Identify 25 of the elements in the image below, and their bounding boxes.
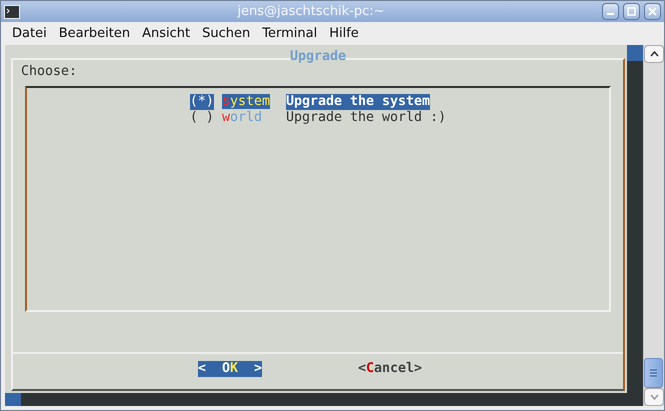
scrollbar[interactable]	[643, 45, 664, 406]
prompt-text: Choose:	[21, 64, 78, 80]
maximize-button[interactable]	[623, 3, 640, 20]
scroll-down-button[interactable]	[644, 388, 664, 406]
chevron-down-icon	[650, 394, 658, 400]
scroll-up-button[interactable]	[644, 45, 664, 63]
maximize-icon	[627, 7, 636, 16]
dialog-button[interactable]: <Cancel>	[358, 361, 422, 377]
close-icon	[648, 7, 657, 16]
menu-item[interactable]: Datei	[12, 26, 47, 41]
chevron-up-icon	[650, 51, 658, 57]
minimize-button[interactable]	[602, 3, 619, 20]
terminal-icon	[4, 4, 20, 18]
menu-item[interactable]: Suchen	[202, 26, 250, 41]
dialog-button[interactable]: < OK >	[198, 361, 262, 377]
close-button[interactable]	[644, 3, 661, 20]
menu-item[interactable]: Bearbeiten	[58, 26, 130, 41]
dialog-title: Upgrade	[290, 49, 346, 65]
grip-icon	[650, 369, 657, 377]
menu-item[interactable]: Terminal	[262, 26, 318, 41]
menu-item[interactable]: Ansicht	[142, 26, 190, 41]
window-title: jens@jaschtschik-pc:~	[236, 4, 386, 19]
scroll-thumb[interactable]	[644, 358, 663, 388]
menu-item[interactable]: Hilfe	[329, 26, 359, 41]
radio-option[interactable]: ( ) world Upgrade the world :)	[190, 110, 446, 126]
